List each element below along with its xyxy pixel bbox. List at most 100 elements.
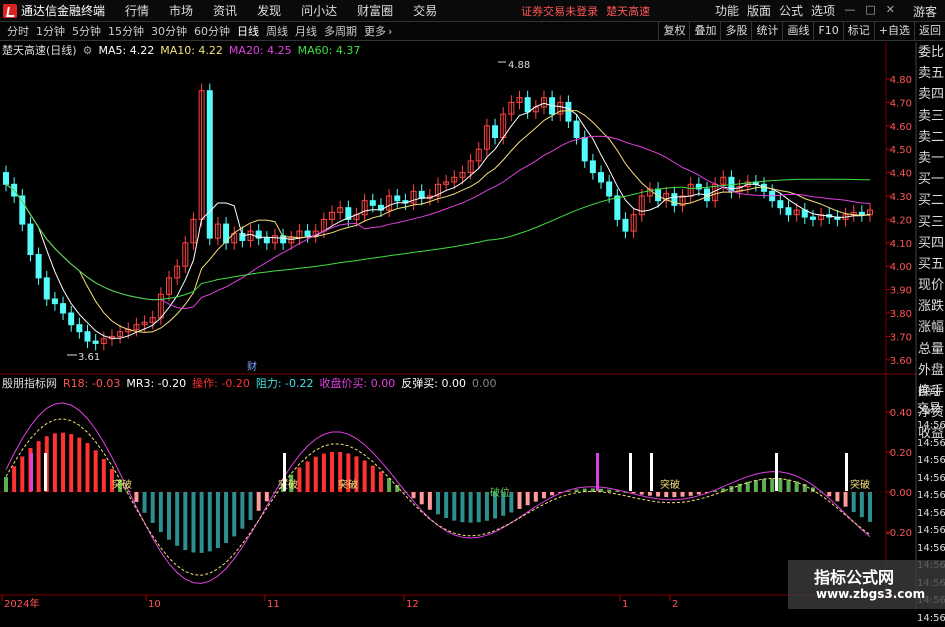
quote-label: 总量: [917, 339, 945, 360]
ind-resist: 阻力: -0.22: [256, 375, 314, 391]
ind-bar: [86, 443, 90, 492]
ind-bar: [306, 461, 310, 492]
candle-body: [77, 325, 82, 332]
ind-bar: [4, 477, 8, 492]
ind-signal-tick: [44, 453, 47, 491]
ind-ytick-label: -0.20: [886, 528, 912, 539]
candle-body: [582, 138, 587, 161]
ind-bar: [265, 492, 269, 501]
ind-bar: [12, 466, 16, 492]
quote-label: 买二: [917, 190, 945, 211]
kline-chart[interactable]: 4.804.704.604.504.404.304.204.104.003.90…: [0, 0, 945, 609]
ytick-label: 4.00: [890, 262, 912, 273]
quote-label: 卖五: [917, 63, 945, 84]
quote-label: 委比: [917, 42, 945, 63]
ind-bar: [477, 492, 481, 522]
ind-bar: [672, 492, 676, 497]
tick-time: 14:56: [917, 505, 945, 523]
candle-body: [69, 313, 74, 325]
quote-label: 买一: [917, 169, 945, 190]
ind-bar: [167, 492, 171, 540]
candle-body: [590, 161, 595, 173]
ind-bar: [200, 492, 204, 553]
ind-bar: [469, 492, 473, 523]
ind-bar: [159, 492, 163, 532]
candle-body: [574, 121, 579, 137]
ind-bar: [648, 492, 652, 496]
tick-time: 14:56: [917, 522, 945, 540]
candle-body: [778, 201, 783, 208]
ind-bar: [615, 491, 619, 492]
ind-signal-tick: [596, 453, 599, 491]
indicator-name: 殷朋指标网: [2, 375, 57, 391]
ind-bar: [640, 492, 644, 495]
ma10-label: MA10: 4.22: [160, 44, 223, 57]
ma5-line: [6, 103, 870, 338]
candle-body: [599, 173, 604, 182]
ind-bar: [297, 467, 301, 492]
tick-time: 14:56: [917, 470, 945, 488]
ytick-label: 3.90: [890, 286, 912, 297]
quote-label: 外盘: [917, 360, 945, 381]
indicator-header: 殷朋指标网 R18: -0.03 MR3: -0.20 操作: -0.20 阻力…: [2, 375, 496, 391]
ind-bar: [151, 492, 155, 523]
candle-body: [93, 341, 98, 343]
ytick-label: 3.70: [890, 332, 912, 343]
xtick-label: 2024年: [4, 597, 39, 609]
ind-bar: [550, 492, 554, 495]
ma5-label: MA5: 4.22: [98, 44, 154, 57]
candle-body: [623, 219, 628, 231]
ind-signal-label: 破位: [490, 486, 510, 499]
main-chart-header: 楚天高速(日线) ⚙ MA5: 4.22 MA10: 4.22 MA20: 4.…: [2, 42, 360, 58]
quote-label: 涨幅: [917, 317, 945, 338]
ind-bar: [37, 441, 41, 492]
ind-bar: [249, 492, 253, 520]
xtick-label: 1: [622, 599, 628, 609]
ind-bar: [452, 492, 456, 521]
ind-bar: [835, 492, 839, 501]
ind-r18: R18: -0.03: [63, 377, 120, 390]
ind-signal-label: 突破: [660, 478, 680, 491]
ind-bar: [143, 492, 147, 513]
candle-body: [786, 208, 791, 215]
ind-bar: [697, 492, 701, 494]
ind-ytick-label: 0.40: [890, 408, 912, 419]
trade-label[interactable]: 交易: [917, 400, 945, 417]
ind-bar: [778, 479, 782, 492]
ind-bar: [656, 492, 660, 497]
tick-time: 14:56: [917, 540, 945, 558]
candle-body: [52, 299, 57, 304]
ind-bar: [53, 433, 57, 492]
ind-bar: [852, 492, 856, 512]
ind-bar: [844, 492, 848, 507]
quote-label: 买四: [917, 233, 945, 254]
quote-label: 卖一: [917, 148, 945, 169]
ma20-label: MA20: 4.25: [229, 44, 292, 57]
candle-body: [28, 224, 33, 254]
candle-body: [85, 332, 90, 341]
ind-bar: [754, 480, 758, 492]
candle-body: [61, 304, 66, 313]
ind-signal-label: 突破: [278, 478, 298, 491]
candle-body: [859, 212, 864, 214]
candle-body: [607, 182, 612, 196]
candle-body: [264, 238, 269, 243]
candle-body: [493, 126, 498, 138]
ind-signal-tick: [283, 453, 286, 491]
quote-label: 卖三: [917, 106, 945, 127]
ind-closebuy: 收盘价买: 0.00: [320, 375, 396, 391]
candle-body: [615, 196, 620, 219]
quote-label: 现价: [917, 275, 945, 296]
ma10-line: [6, 111, 870, 333]
candle-body: [566, 102, 571, 121]
auto-label[interactable]: 自动: [917, 383, 945, 400]
ytick-label: 4.50: [890, 145, 912, 156]
ind-signal-tick: [845, 453, 848, 491]
ind-extra: 0.00: [472, 377, 497, 390]
ind-ytick-label: 0.20: [890, 448, 912, 459]
ytick-label: 4.10: [890, 239, 912, 250]
settings-gear-icon[interactable]: ⚙: [83, 44, 93, 57]
ind-operate: 操作: -0.20: [192, 375, 250, 391]
ind-bar: [379, 472, 383, 492]
ind-bar: [183, 492, 187, 550]
